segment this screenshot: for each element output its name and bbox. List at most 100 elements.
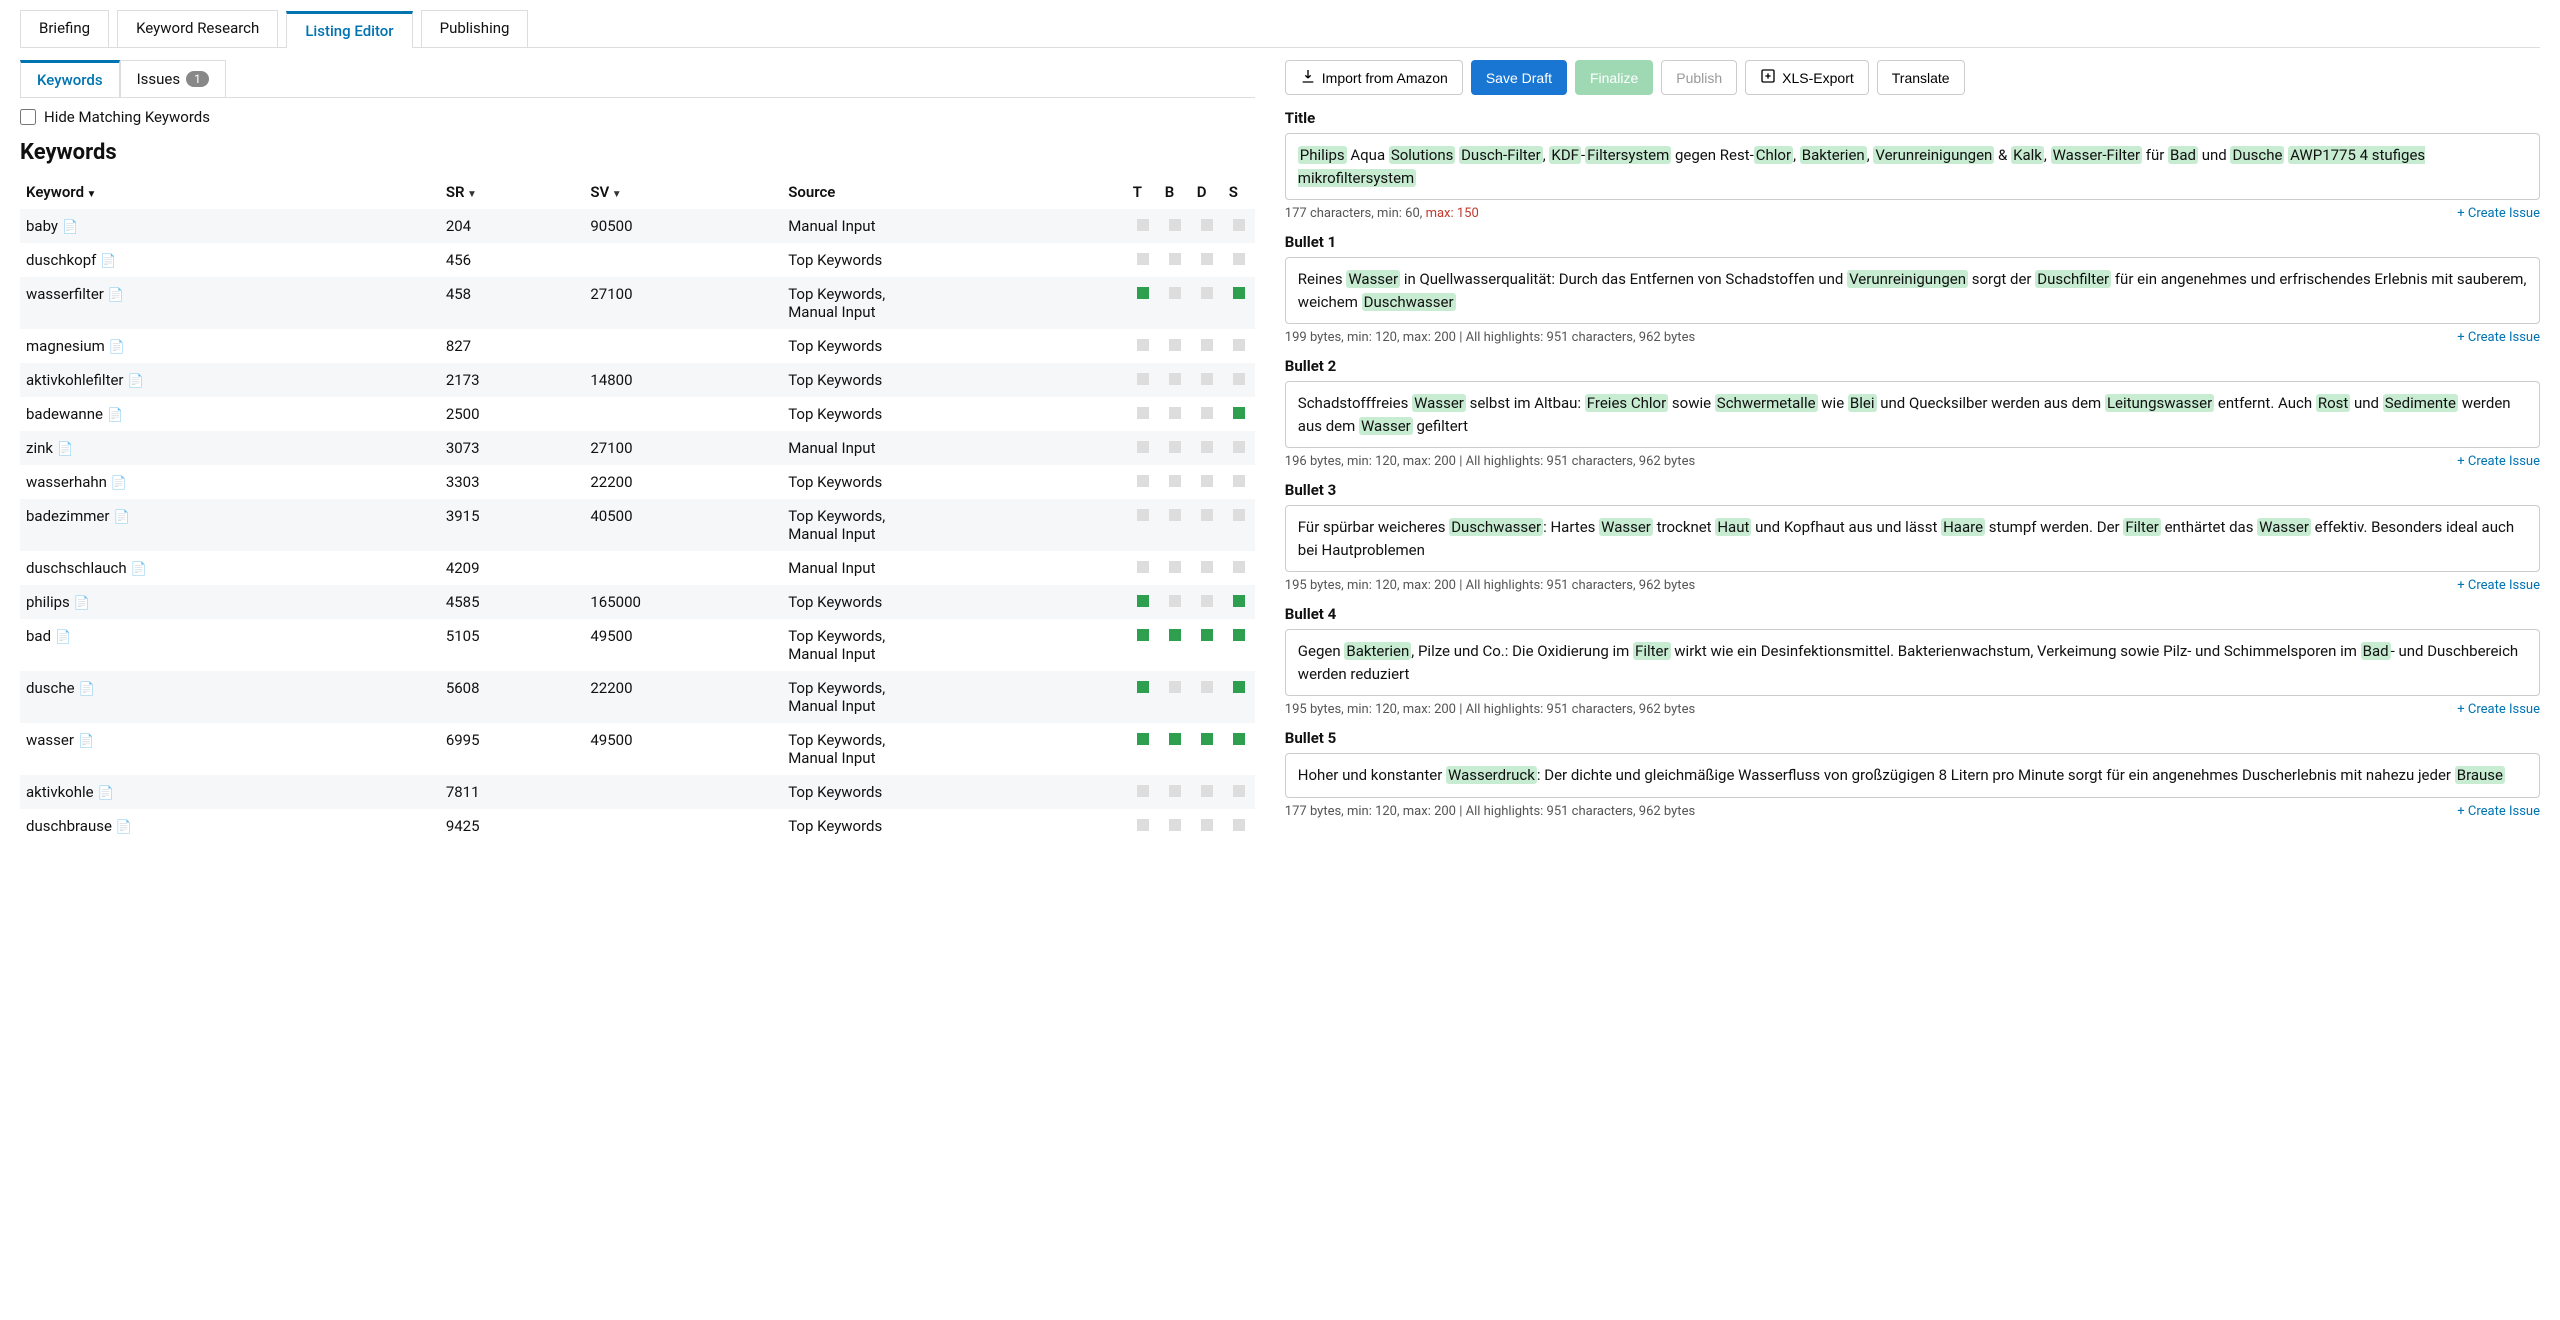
import-amazon-button[interactable]: Import from Amazon [1285,60,1463,95]
flag-cell [1159,363,1191,397]
sr-cell: 4585 [440,585,585,619]
table-row: wasserhahn📄330322200Top Keywords [20,465,1255,499]
keyword-cell[interactable]: philips📄 [20,585,440,619]
create-issue-link[interactable]: + Create Issue [2457,804,2540,819]
flag-cell [1223,277,1255,329]
keyword-cell[interactable]: baby📄 [20,209,440,243]
main-tab-keyword-research[interactable]: Keyword Research [117,10,278,47]
flag-indicator [1137,629,1149,641]
main-tab-publishing[interactable]: Publishing [421,10,529,47]
col-d[interactable]: D [1191,175,1223,209]
doc-icon: 📄 [128,374,144,389]
col-s[interactable]: S [1223,175,1255,209]
doc-icon: 📄 [113,510,129,525]
flag-cell [1191,277,1223,329]
keyword-cell[interactable]: badewanne📄 [20,397,440,431]
highlighted-keyword: Philips [1298,146,1347,164]
col-source[interactable]: Source [782,175,1127,209]
subtab-keywords[interactable]: Keywords [20,60,120,97]
field-label-b4: Bullet 4 [1285,605,2540,623]
hide-matching-toggle[interactable]: Hide Matching Keywords [20,108,1255,126]
sr-cell: 3073 [440,431,585,465]
flag-indicator [1201,785,1213,797]
create-issue-link[interactable]: + Create Issue [2457,206,2540,221]
col-sv[interactable]: SV [584,175,782,209]
publish-button[interactable]: Publish [1661,60,1737,95]
save-draft-button[interactable]: Save Draft [1471,60,1567,95]
flag-indicator [1201,561,1213,573]
flag-indicator [1169,561,1181,573]
flag-cell [1223,499,1255,551]
keyword-cell[interactable]: bad📄 [20,619,440,671]
flag-indicator [1169,475,1181,487]
field-input-b1[interactable]: Reines Wasser in Quellwasserqualität: Du… [1285,257,2540,324]
highlighted-keyword: Haut [1715,518,1751,536]
keyword-cell[interactable]: wasserhahn📄 [20,465,440,499]
flag-cell [1159,397,1191,431]
source-cell: Top Keywords [782,397,1127,431]
col-t[interactable]: T [1127,175,1159,209]
create-issue-link[interactable]: + Create Issue [2457,578,2540,593]
field-label-b1: Bullet 1 [1285,233,2540,251]
main-tab-listing-editor[interactable]: Listing Editor [286,11,412,48]
hide-matching-label: Hide Matching Keywords [44,108,210,126]
flag-cell [1127,551,1159,585]
keyword-cell[interactable]: wasserfilter📄 [20,277,440,329]
source-cell: Top Keywords,Manual Input [782,499,1127,551]
keyword-cell[interactable]: magnesium📄 [20,329,440,363]
keyword-cell[interactable]: dusche📄 [20,671,440,723]
field-input-title[interactable]: Philips Aqua Solutions Dusch-Filter, KDF… [1285,133,2540,200]
flag-cell [1127,723,1159,775]
flag-cell [1223,397,1255,431]
doc-icon: 📄 [55,630,71,645]
create-issue-link[interactable]: + Create Issue [2457,454,2540,469]
finalize-button[interactable]: Finalize [1575,60,1653,95]
keyword-cell[interactable]: zink📄 [20,431,440,465]
create-issue-link[interactable]: + Create Issue [2457,330,2540,345]
main-tab-briefing[interactable]: Briefing [20,10,109,47]
keyword-cell[interactable]: duschkopf📄 [20,243,440,277]
flag-indicator [1137,733,1149,745]
translate-button[interactable]: Translate [1877,60,1965,95]
flag-cell [1159,465,1191,499]
flag-indicator [1169,819,1181,831]
highlighted-keyword: Dusche [2230,146,2284,164]
highlighted-keyword: Bad [2361,642,2391,660]
flag-indicator [1137,441,1149,453]
field-input-b3[interactable]: Für spürbar weicheres Duschwasser: Harte… [1285,505,2540,572]
keyword-cell[interactable]: aktivkohle📄 [20,775,440,809]
field-input-b5[interactable]: Hoher und konstanter Wasserdruck: Der di… [1285,753,2540,798]
flag-cell [1223,775,1255,809]
subtab-issues[interactable]: Issues 1 [120,60,226,97]
hide-matching-checkbox[interactable] [20,109,36,125]
keyword-cell[interactable]: duschbrause📄 [20,809,440,843]
field-meta-text: 195 bytes, min: 120, max: 200 | All high… [1285,578,1695,593]
source-cell: Top Keywords,Manual Input [782,723,1127,775]
field-meta-text: 199 bytes, min: 120, max: 200 | All high… [1285,330,1695,345]
col-keyword[interactable]: Keyword [20,175,440,209]
table-row: dusche📄560822200Top Keywords,Manual Inpu… [20,671,1255,723]
keyword-cell[interactable]: aktivkohlefilter📄 [20,363,440,397]
highlighted-keyword: Duschwasser [1449,518,1543,536]
field-input-b2[interactable]: Schadstofffreies Wasser selbst im Altbau… [1285,381,2540,448]
col-sr[interactable]: SR [440,175,585,209]
flag-cell [1191,775,1223,809]
highlighted-keyword: Wasser [1359,417,1413,435]
keyword-cell[interactable]: badezimmer📄 [20,499,440,551]
flag-cell [1223,243,1255,277]
create-issue-link[interactable]: + Create Issue [2457,702,2540,717]
highlighted-keyword: Wasser-Filter [2051,146,2142,164]
flag-indicator [1201,253,1213,265]
highlighted-keyword: Wasser [1412,394,1466,412]
flag-indicator [1233,595,1245,607]
field-input-b4[interactable]: Gegen Bakterien, Pilze und Co.: Die Oxid… [1285,629,2540,696]
doc-icon: 📄 [78,734,94,749]
table-row: aktivkohlefilter📄217314800Top Keywords [20,363,1255,397]
field-label-b2: Bullet 2 [1285,357,2540,375]
doc-icon: 📄 [116,820,132,835]
keyword-cell[interactable]: wasser📄 [20,723,440,775]
xls-export-button[interactable]: XLS-Export [1745,60,1869,95]
highlighted-keyword: Brause [2455,766,2505,784]
col-b[interactable]: B [1159,175,1191,209]
keyword-cell[interactable]: duschschlauch📄 [20,551,440,585]
